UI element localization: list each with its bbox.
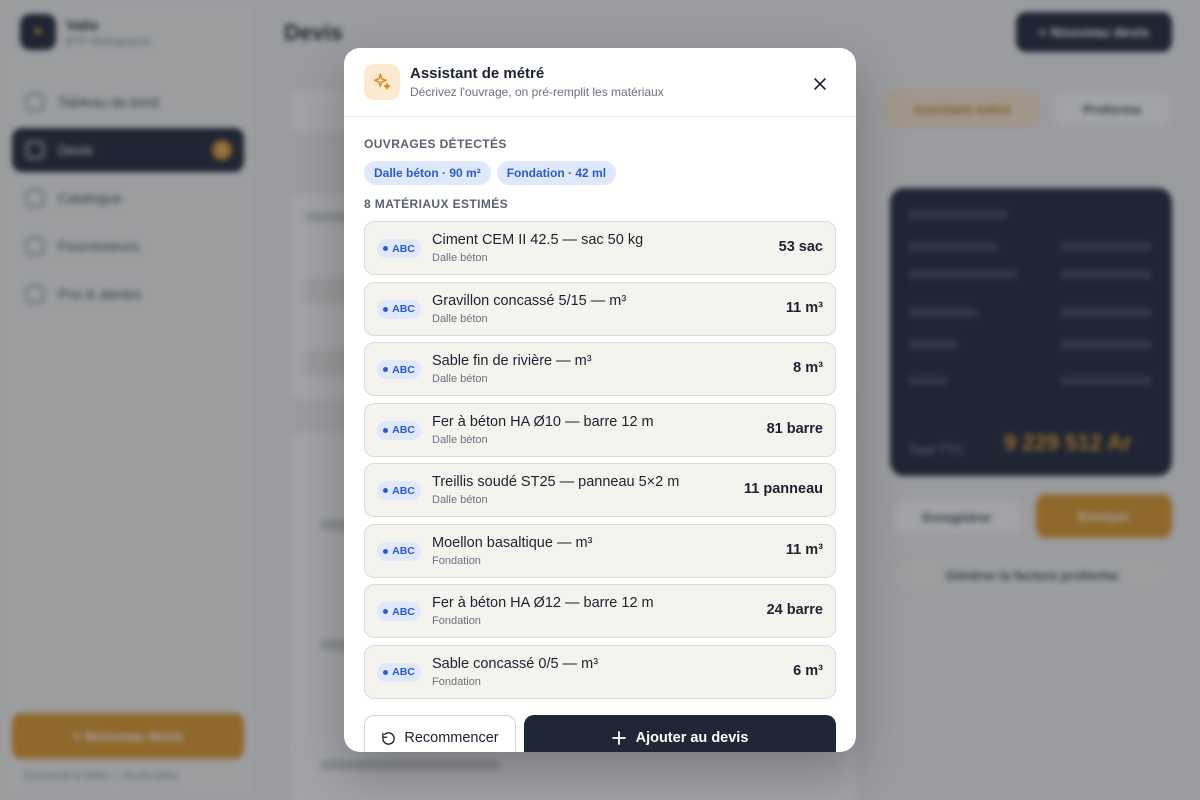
plus-icon (611, 731, 626, 745)
material-group: Fondation (432, 675, 481, 688)
material-group: Dalle béton (432, 433, 488, 446)
abc-badge: ABC (377, 360, 421, 379)
modal-subtitle: Décrivez l'ouvrage, on pré-remplit les m… (410, 85, 664, 99)
material-quantity: 24 barre (766, 602, 823, 618)
material-quantity: 53 sac (778, 239, 823, 255)
material-group: Dalle béton (432, 312, 488, 325)
material-group: Dalle béton (432, 373, 488, 385)
material-quantity: 6 m³ (793, 662, 823, 679)
abc-badge: ABC (377, 481, 421, 500)
material-quantity: 11 m³ (785, 541, 823, 558)
material-name: Treillis soudé ST25 — panneau 5×2 m (432, 474, 680, 490)
material-row[interactable]: ABC Gravillon concassé 5/15 — m³ Dalle b… (364, 281, 836, 336)
material-name: Ciment CEM II 42.5 — sac 50 kg (432, 232, 644, 248)
material-quantity: 8 m³ (793, 360, 823, 376)
material-row[interactable]: ABC Sable concassé 0/5 — m³ Fondation 6 … (364, 644, 836, 699)
material-row[interactable]: ABC Ciment CEM II 42.5 — sac 50 kg Dalle… (364, 221, 836, 275)
material-quantity: 11 m³ (785, 299, 823, 316)
material-name: Fer à béton HA Ø12 — barre 12 m (432, 595, 654, 611)
material-name: Sable concassé 0/5 — m³ (432, 655, 599, 672)
material-group: Fondation (432, 554, 481, 567)
material-name: Fer à béton HA Ø10 — barre 12 m (432, 413, 654, 430)
material-row[interactable]: ABC Sable fin de rivière — m³ Dalle béto… (364, 342, 836, 396)
material-row[interactable]: ABC Fer à béton HA Ø12 — barre 12 m Fond… (364, 584, 836, 638)
material-name: Gravillon concassé 5/15 — m³ (432, 292, 627, 309)
material-quantity: 81 barre (766, 420, 823, 437)
restart-button[interactable]: Recommencer (364, 715, 516, 752)
detected-works-tags: Dalle béton · 90 m² Fondation · 42 ml (364, 161, 617, 185)
abc-badge: ABC (377, 299, 421, 319)
detected-tag: Fondation · 42 ml (496, 161, 617, 185)
material-name: Moellon basaltique — m³ (432, 534, 593, 551)
material-group: Dalle béton (432, 252, 488, 264)
material-name: Sable fin de rivière — m³ (432, 353, 592, 369)
detected-works-label: OUVRAGES DÉTECTÉS (364, 137, 507, 151)
abc-badge: ABC (377, 602, 421, 621)
materials-list: ABC Ciment CEM II 42.5 — sac 50 kg Dalle… (364, 221, 836, 705)
sparkles-icon (364, 64, 400, 100)
material-row[interactable]: ABC Fer à béton HA Ø10 — barre 12 m Dall… (364, 402, 836, 457)
material-row[interactable]: ABC Moellon basaltique — m³ Fondation 11… (364, 523, 836, 578)
materials-count-label: 8 MATÉRIAUX ESTIMÉS (364, 197, 509, 211)
material-group: Fondation (432, 615, 481, 627)
modal-title: Assistant de métré (410, 65, 545, 82)
add-to-quote-label: Ajouter au devis (635, 730, 749, 746)
abc-badge: ABC (377, 662, 421, 682)
modal-header: Assistant de métré Décrivez l'ouvrage, o… (344, 48, 856, 117)
restart-button-label: Recommencer (404, 730, 499, 746)
detected-tag: Dalle béton · 90 m² (364, 161, 491, 185)
refresh-icon (382, 731, 396, 745)
takeoff-assistant-modal: Assistant de métré Décrivez l'ouvrage, o… (344, 48, 856, 752)
add-to-quote-button[interactable]: Ajouter au devis (524, 715, 836, 752)
close-icon (814, 78, 826, 90)
material-quantity: 11 panneau (744, 481, 823, 497)
close-button[interactable] (806, 70, 834, 98)
material-group: Dalle béton (432, 494, 488, 506)
abc-badge: ABC (377, 541, 421, 561)
abc-badge: ABC (377, 239, 421, 258)
material-row[interactable]: ABC Treillis soudé ST25 — panneau 5×2 m … (364, 463, 836, 517)
abc-badge: ABC (377, 420, 421, 440)
